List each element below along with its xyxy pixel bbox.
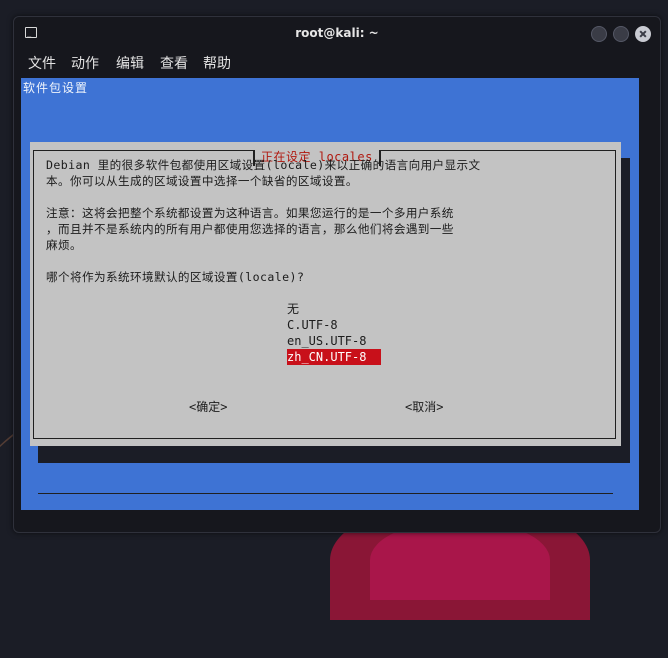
menu-file[interactable]: 文件	[28, 53, 56, 73]
locale-option-none[interactable]: 无	[287, 301, 301, 317]
terminal-window: _ root@kali: ~ 文件 动作 编辑 查看 帮助 软件包设置 正在设定…	[13, 16, 661, 533]
maximize-button[interactable]	[613, 26, 629, 42]
cancel-button[interactable]: <取消>	[405, 398, 443, 415]
dialog-frame: 正在设定 locales	[33, 150, 616, 439]
menu-help[interactable]: 帮助	[203, 53, 231, 73]
dialog-text-line: ，而且并不是系统内的所有用户都使用您选择的语言，那么他们将会遇到一些	[46, 222, 454, 236]
ok-button[interactable]: <确定>	[189, 398, 227, 415]
menu-view[interactable]: 查看	[160, 53, 188, 73]
menu-bar: 文件 动作 编辑 查看 帮助	[14, 51, 660, 75]
dialog-text-line: 本。你可以从生成的区域设置中选择一个缺省的区域设置。	[46, 174, 358, 188]
dialog-text-line: 麻烦。	[46, 238, 82, 252]
menu-edit[interactable]: 编辑	[116, 53, 144, 73]
dialog-text-line: Debian 里的很多软件包都使用区域设置(locale)来以正确的语言向用户显…	[46, 158, 481, 172]
title-bar[interactable]: _ root@kali: ~	[14, 17, 660, 51]
dialog-text-line: 注意：这将会把整个系统都设置为这种语言。如果您运行的是一个多用户系统	[46, 206, 454, 220]
menu-action[interactable]: 动作	[71, 53, 99, 73]
locale-option-zh-cn-utf8-selected[interactable]: zh_CN.UTF-8	[287, 349, 381, 365]
minimize-button[interactable]	[591, 26, 607, 42]
locale-option-en-us-utf8[interactable]: en_US.UTF-8	[287, 333, 368, 349]
close-button[interactable]	[635, 26, 651, 42]
dialog-question: 哪个将作为系统环境默认的区域设置(locale)?	[46, 270, 305, 284]
backtitle: 软件包设置	[23, 81, 89, 95]
window-title: root@kali: ~	[295, 26, 379, 40]
dialog-separator	[38, 493, 613, 494]
locale-dialog: 正在设定 locales Debian 里的很多软件包都使用区域设置(local…	[30, 142, 621, 494]
terminal-area[interactable]: 软件包设置 正在设定 locales Debian 里的很多软件包都使用区域设置…	[21, 78, 639, 510]
locale-option-c-utf8[interactable]: C.UTF-8	[287, 317, 340, 333]
